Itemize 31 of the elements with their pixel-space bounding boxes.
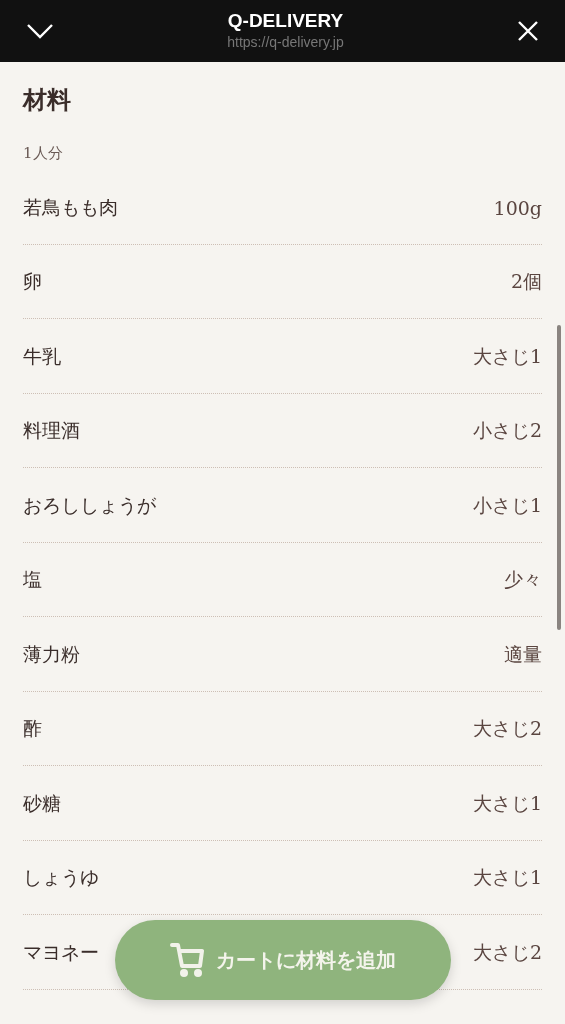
ingredient-name: マヨネー: [23, 939, 99, 965]
ingredient-amount: 大さじ2: [472, 716, 542, 742]
section-heading: 材料: [23, 85, 72, 116]
ingredient-amount: 大さじ1: [472, 865, 542, 891]
ingredient-amount: 大さじ1: [472, 343, 542, 369]
ingredient-name: 塩: [23, 567, 42, 593]
ingredient-amount: 小さじ2: [472, 418, 542, 444]
ingredient-name: 薄力粉: [23, 641, 80, 667]
chevron-down-icon[interactable]: [26, 23, 54, 39]
cart-icon: [170, 942, 204, 978]
servings-text: 1人分: [23, 143, 64, 164]
ingredient-amount: 少々: [504, 567, 542, 593]
add-to-cart-button[interactable]: カートに材料を追加: [115, 920, 451, 1000]
ingredient-amount: 大さじ2: [472, 939, 542, 965]
ingredient-name: 砂糖: [23, 790, 61, 816]
ingredient-name: 卵: [23, 269, 42, 295]
ingredient-amount: 大さじ1: [472, 790, 542, 816]
ingredient-name: おろししょうが: [23, 492, 156, 518]
ingredient-name: しょうゆ: [23, 865, 99, 891]
url-text: https://q-delivery.jp: [227, 33, 344, 52]
ingredient-amount: 小さじ1: [472, 492, 542, 518]
site-title: Q-DELIVERY: [227, 10, 344, 32]
ingredient-amount: 2個: [510, 269, 542, 295]
ingredient-name: 料理酒: [23, 418, 80, 444]
scrollbar[interactable]: [557, 325, 561, 630]
ingredient-name: 若鳥もも肉: [23, 194, 118, 220]
ingredient-name: 酢: [23, 716, 42, 742]
close-icon[interactable]: [517, 20, 539, 42]
ingredient-amount: 適量: [504, 641, 542, 667]
ingredient-name: 牛乳: [23, 343, 61, 369]
ingredient-amount: 100g: [493, 196, 542, 219]
